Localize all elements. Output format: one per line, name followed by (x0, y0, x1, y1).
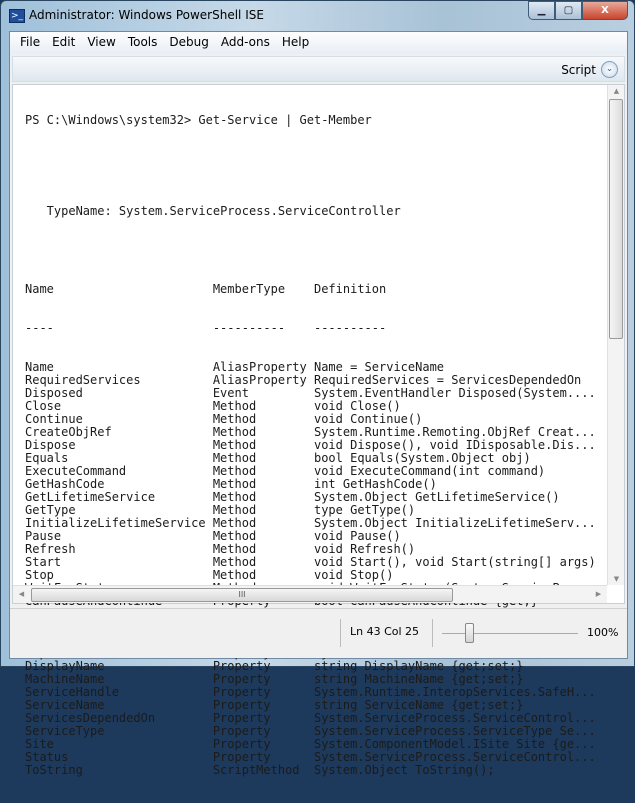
member-definition: System.ComponentModel.ISite Site {ge... (313, 737, 596, 751)
member-definition: string ServiceName {get;set;} (313, 698, 524, 712)
chevron-down-icon[interactable]: ⌄ (601, 61, 618, 78)
cursor-position: Ln 43 Col 25 (350, 625, 420, 638)
close-button[interactable]: X (582, 1, 628, 20)
divider (432, 619, 433, 647)
typename-line: TypeName: System.ServiceProcess.ServiceC… (25, 204, 401, 218)
maximize-button[interactable]: ▢ (555, 1, 582, 20)
status-bar: Ln 43 Col 25 100% (10, 608, 627, 658)
menu-help[interactable]: Help (276, 32, 315, 54)
window-title: Administrator: Windows PowerShell ISE (29, 8, 264, 22)
member-type: ScriptMethod (212, 763, 300, 777)
member-definition: System.Object GetLifetimeService() (313, 490, 560, 504)
zoom-slider-track[interactable] (442, 633, 578, 634)
member-definition: Name = ServiceName (313, 360, 445, 374)
member-name: ToString (25, 763, 83, 777)
powershell-icon: >_ (9, 9, 25, 23)
menu-edit[interactable]: Edit (46, 32, 81, 54)
member-definition: void Stop() (313, 568, 394, 582)
member-definition: System.Object ToString(); (313, 763, 495, 777)
member-name: ServicesDependedOn (25, 711, 156, 725)
member-name: ServiceHandle (25, 685, 119, 699)
member-definition: void Dispose(), void IDisposable.Dis... (313, 438, 596, 452)
member-type: Property (212, 698, 271, 712)
dash: ---------- (212, 321, 286, 335)
scroll-right-icon[interactable]: ▶ (590, 590, 607, 598)
member-definition: void Start(), void Start(string[] args) (313, 555, 596, 569)
member-definition: void Continue() (313, 412, 423, 426)
divider (340, 619, 341, 647)
minimize-button[interactable]: ▁ (528, 1, 555, 20)
member-definition: System.Runtime.Remoting.ObjRef Creat... (313, 425, 596, 439)
member-name: ServiceType (25, 724, 105, 738)
member-definition: bool Equals(System.Object obj) (313, 451, 531, 465)
member-type: Property (212, 685, 271, 699)
scroll-down-icon[interactable]: ▼ (608, 575, 625, 583)
member-definition: System.ServiceProcess.ServiceControl... (313, 711, 596, 725)
member-definition: System.Object InitializeLifetimeServ... (313, 516, 596, 530)
member-definition: string DisplayName {get;set;} (313, 659, 524, 673)
member-type: Property (212, 750, 271, 764)
scroll-left-icon[interactable]: ◀ (13, 590, 30, 598)
menu-view[interactable]: View (81, 32, 121, 54)
member-name: ServiceName (25, 698, 105, 712)
member-definition: System.Runtime.InteropServices.SafeH... (313, 685, 596, 699)
client-area: File Edit View Tools Debug Add-ons Help Script… (9, 31, 628, 777)
member-definition: System.ServiceProcess.ServiceControl... (313, 750, 596, 764)
horizontal-scrollbar[interactable]: ◀ III ▶ (13, 585, 607, 603)
member-type: Property (212, 737, 271, 751)
member-name: MachineName (25, 672, 105, 686)
member-type: Property (212, 724, 271, 738)
vertical-scroll-thumb[interactable] (609, 99, 623, 339)
menu-file[interactable]: File (14, 32, 46, 54)
menu-bar: File Edit View Tools Debug Add-ons Help (10, 32, 627, 54)
title-bar[interactable]: >_ Administrator: Windows PowerShell ISE… (1, 1, 634, 31)
horizontal-scroll-thumb[interactable]: III (31, 588, 453, 602)
header-definition: Definition (313, 282, 387, 296)
zoom-slider-thumb[interactable] (465, 623, 474, 643)
header-name: Name (25, 282, 54, 296)
console-output[interactable]: PS C:\Windows\system32> Get-Service | Ge… (25, 88, 607, 803)
dash-row: ---- ---------- ---------- (25, 322, 607, 335)
member-row: ToString ScriptMethod System.Object ToStri… (25, 764, 607, 777)
window-frame: >_ Administrator: Windows PowerShell ISE… (0, 0, 635, 777)
member-definition: System.ServiceProcess.ServiceType Se... (313, 724, 596, 738)
show-script-pane-label[interactable]: Script (561, 63, 596, 77)
member-name: Status (25, 750, 69, 764)
zoom-level: 100% (587, 626, 619, 639)
member-name: Site (25, 737, 54, 751)
member-definition: string MachineName {get;set;} (313, 672, 524, 686)
menu-tools[interactable]: Tools (122, 32, 164, 54)
member-definition: void Close() (313, 399, 401, 413)
menu-debug[interactable]: Debug (163, 32, 214, 54)
member-definition: void ExecuteCommand(int command) (313, 464, 546, 478)
member-definition: System.EventHandler Disposed(System.... (313, 386, 596, 400)
member-definition: RequiredServices = ServicesDependedOn (313, 373, 582, 387)
vertical-scrollbar[interactable]: ▲ ▼ (607, 85, 624, 585)
member-type: Property (212, 711, 271, 725)
dash: ---------- (313, 321, 387, 335)
member-definition: type GetType() (313, 503, 416, 517)
member-definition: void Refresh() (313, 542, 416, 556)
prompt-line: PS C:\Windows\system32> Get-Service | Ge… (25, 113, 372, 127)
member-definition: void Pause() (313, 529, 401, 543)
dash: ---- (25, 321, 54, 335)
header-membertype: MemberType (212, 282, 286, 296)
console-pane[interactable]: PS C:\Windows\system32> Get-Service | Ge… (12, 84, 625, 777)
header-row: Name MemberType Definition (25, 283, 607, 296)
member-type: Property (212, 672, 271, 686)
pane-toolbar: Script ⌄ (12, 56, 625, 82)
menu-add-ons[interactable]: Add-ons (215, 32, 276, 54)
scroll-up-icon[interactable]: ▲ (608, 87, 625, 95)
member-definition: int GetHashCode() (313, 477, 437, 491)
